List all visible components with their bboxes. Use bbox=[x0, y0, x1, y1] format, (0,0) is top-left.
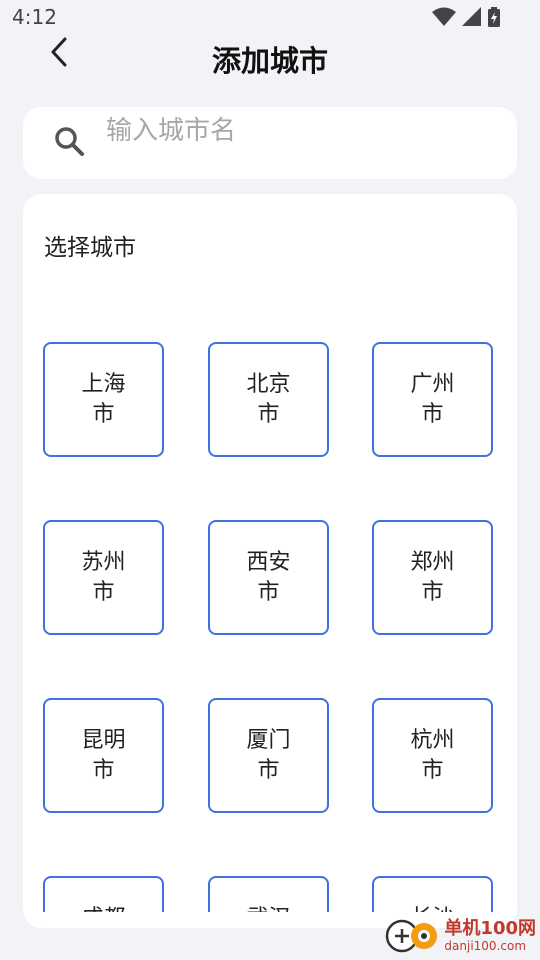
header: 添加城市 bbox=[0, 36, 540, 84]
city-label: 苏州市 bbox=[81, 549, 126, 605]
city-label: 西安市 bbox=[246, 549, 291, 605]
signal-icon bbox=[462, 7, 482, 27]
city-label: 广州市 bbox=[410, 371, 455, 427]
city-button[interactable]: 北京市 bbox=[208, 342, 329, 457]
city-label: 郑州市 bbox=[410, 549, 455, 605]
battery-icon bbox=[488, 7, 500, 27]
watermark-logo-icon bbox=[384, 916, 440, 956]
city-grid: 上海市 北京市 广州市 苏州市 西安市 郑州市 昆明市 厦门市 杭州市 成都市 … bbox=[43, 342, 497, 912]
section-title: 选择城市 bbox=[44, 235, 136, 261]
city-panel: 选择城市 上海市 北京市 广州市 苏州市 西安市 郑州市 昆明市 厦门市 杭州市… bbox=[23, 194, 517, 928]
city-label: 杭州市 bbox=[410, 727, 455, 783]
city-button[interactable]: 西安市 bbox=[208, 520, 329, 635]
status-icons bbox=[432, 7, 500, 27]
city-button[interactable]: 成都市 bbox=[43, 876, 164, 912]
city-label: 北京市 bbox=[246, 371, 291, 427]
watermark-sub: danji100.com bbox=[444, 939, 527, 953]
city-label: 上海市 bbox=[81, 371, 126, 427]
status-bar: 4:12 bbox=[0, 0, 540, 36]
city-button[interactable]: 武汉市 bbox=[208, 876, 329, 912]
wifi-icon bbox=[432, 7, 456, 27]
city-button[interactable]: 杭州市 bbox=[372, 698, 493, 813]
watermark-text: 单机100网 danji100.com bbox=[444, 918, 536, 954]
city-button[interactable]: 厦门市 bbox=[208, 698, 329, 813]
city-button[interactable]: 昆明市 bbox=[43, 698, 164, 813]
search-input[interactable] bbox=[106, 114, 486, 148]
city-label: 昆明市 bbox=[81, 727, 126, 783]
city-button[interactable]: 长沙市 bbox=[372, 876, 493, 912]
watermark: 单机100网 danji100.com bbox=[384, 916, 536, 956]
city-button[interactable]: 郑州市 bbox=[372, 520, 493, 635]
city-button[interactable]: 上海市 bbox=[43, 342, 164, 457]
page-title: 添加城市 bbox=[211, 44, 328, 78]
search-icon bbox=[54, 126, 86, 162]
city-label: 厦门市 bbox=[246, 727, 291, 783]
city-button[interactable]: 广州市 bbox=[372, 342, 493, 457]
city-label: 长沙市 bbox=[408, 904, 458, 913]
city-button[interactable]: 苏州市 bbox=[43, 520, 164, 635]
status-time: 4:12 bbox=[12, 5, 57, 29]
city-label: 成都市 bbox=[79, 904, 129, 913]
watermark-main: 单机100网 bbox=[444, 918, 536, 939]
city-label: 武汉市 bbox=[244, 904, 294, 913]
